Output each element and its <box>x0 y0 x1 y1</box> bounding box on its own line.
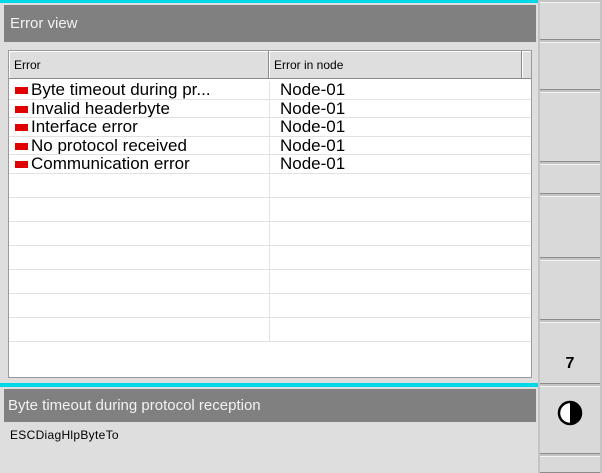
softkey-7[interactable] <box>540 322 600 384</box>
empty-row <box>9 245 531 270</box>
table-header: Error Error in node <box>9 51 531 79</box>
error-text: Invalid headerbyte <box>31 99 170 118</box>
error-rows: Byte timeout during pr... Node-01 Invali… <box>9 81 531 342</box>
softkey-4[interactable] <box>540 164 600 194</box>
empty-row <box>9 317 531 342</box>
focus-accent-bar <box>0 383 538 387</box>
error-text: Interface error <box>31 118 138 136</box>
softkey-7-label: 7 <box>565 355 575 372</box>
node-cell: Node-01 <box>269 136 531 154</box>
empty-row <box>9 173 531 198</box>
softkey-5[interactable] <box>540 196 600 258</box>
column-header-error[interactable]: Error <box>9 51 269 78</box>
softkey-6[interactable] <box>540 260 600 320</box>
softkey-2[interactable] <box>540 42 600 90</box>
error-text: Communication error <box>31 155 190 173</box>
error-indicator-icon <box>15 87 28 94</box>
error-view-panel: Error view Error Error in node Byte time… <box>0 0 538 473</box>
empty-row <box>9 197 531 222</box>
error-cell: Interface error <box>9 118 268 136</box>
error-indicator-icon <box>15 124 28 131</box>
column-header-filler <box>522 51 531 78</box>
table-row[interactable]: Communication error Node-01 <box>9 155 531 174</box>
contrast-icon[interactable] <box>557 400 583 426</box>
table-row[interactable]: No protocol received Node-01 <box>9 136 531 155</box>
empty-row <box>9 269 531 294</box>
error-indicator-icon <box>15 161 28 168</box>
error-text: No protocol received <box>31 136 187 155</box>
error-text: Byte timeout during pr... <box>31 81 211 99</box>
softkey-bar: 7 <box>538 0 602 473</box>
error-view-title: Error view <box>4 5 536 42</box>
node-cell: Node-01 <box>269 99 531 117</box>
error-indicator-icon <box>15 105 28 113</box>
softkey-9[interactable] <box>540 456 600 473</box>
error-cell: Byte timeout during pr... <box>9 81 268 99</box>
table-row[interactable]: Byte timeout during pr... Node-01 <box>9 81 531 100</box>
empty-row <box>9 221 531 246</box>
error-cell: Communication error <box>9 155 268 173</box>
error-cell: No protocol received <box>9 136 268 155</box>
softkey-3[interactable] <box>540 92 600 162</box>
column-header-error-in-node[interactable]: Error in node <box>269 51 522 78</box>
message-id: ESCDiagHlpByteTo <box>10 428 119 442</box>
node-cell: Node-01 <box>269 81 531 99</box>
empty-row <box>9 293 531 318</box>
focus-accent-bar <box>0 0 538 3</box>
error-indicator-icon <box>15 142 28 150</box>
error-cell: Invalid headerbyte <box>9 99 268 118</box>
table-row[interactable]: Interface error Node-01 <box>9 118 531 137</box>
error-table: Error Error in node Byte timeout during … <box>8 50 532 378</box>
node-cell: Node-01 <box>269 155 531 173</box>
softkey-1[interactable] <box>540 2 600 40</box>
node-cell: Node-01 <box>269 118 531 136</box>
table-row[interactable]: Invalid headerbyte Node-01 <box>9 99 531 118</box>
message-title: Byte timeout during protocol reception <box>4 389 536 422</box>
